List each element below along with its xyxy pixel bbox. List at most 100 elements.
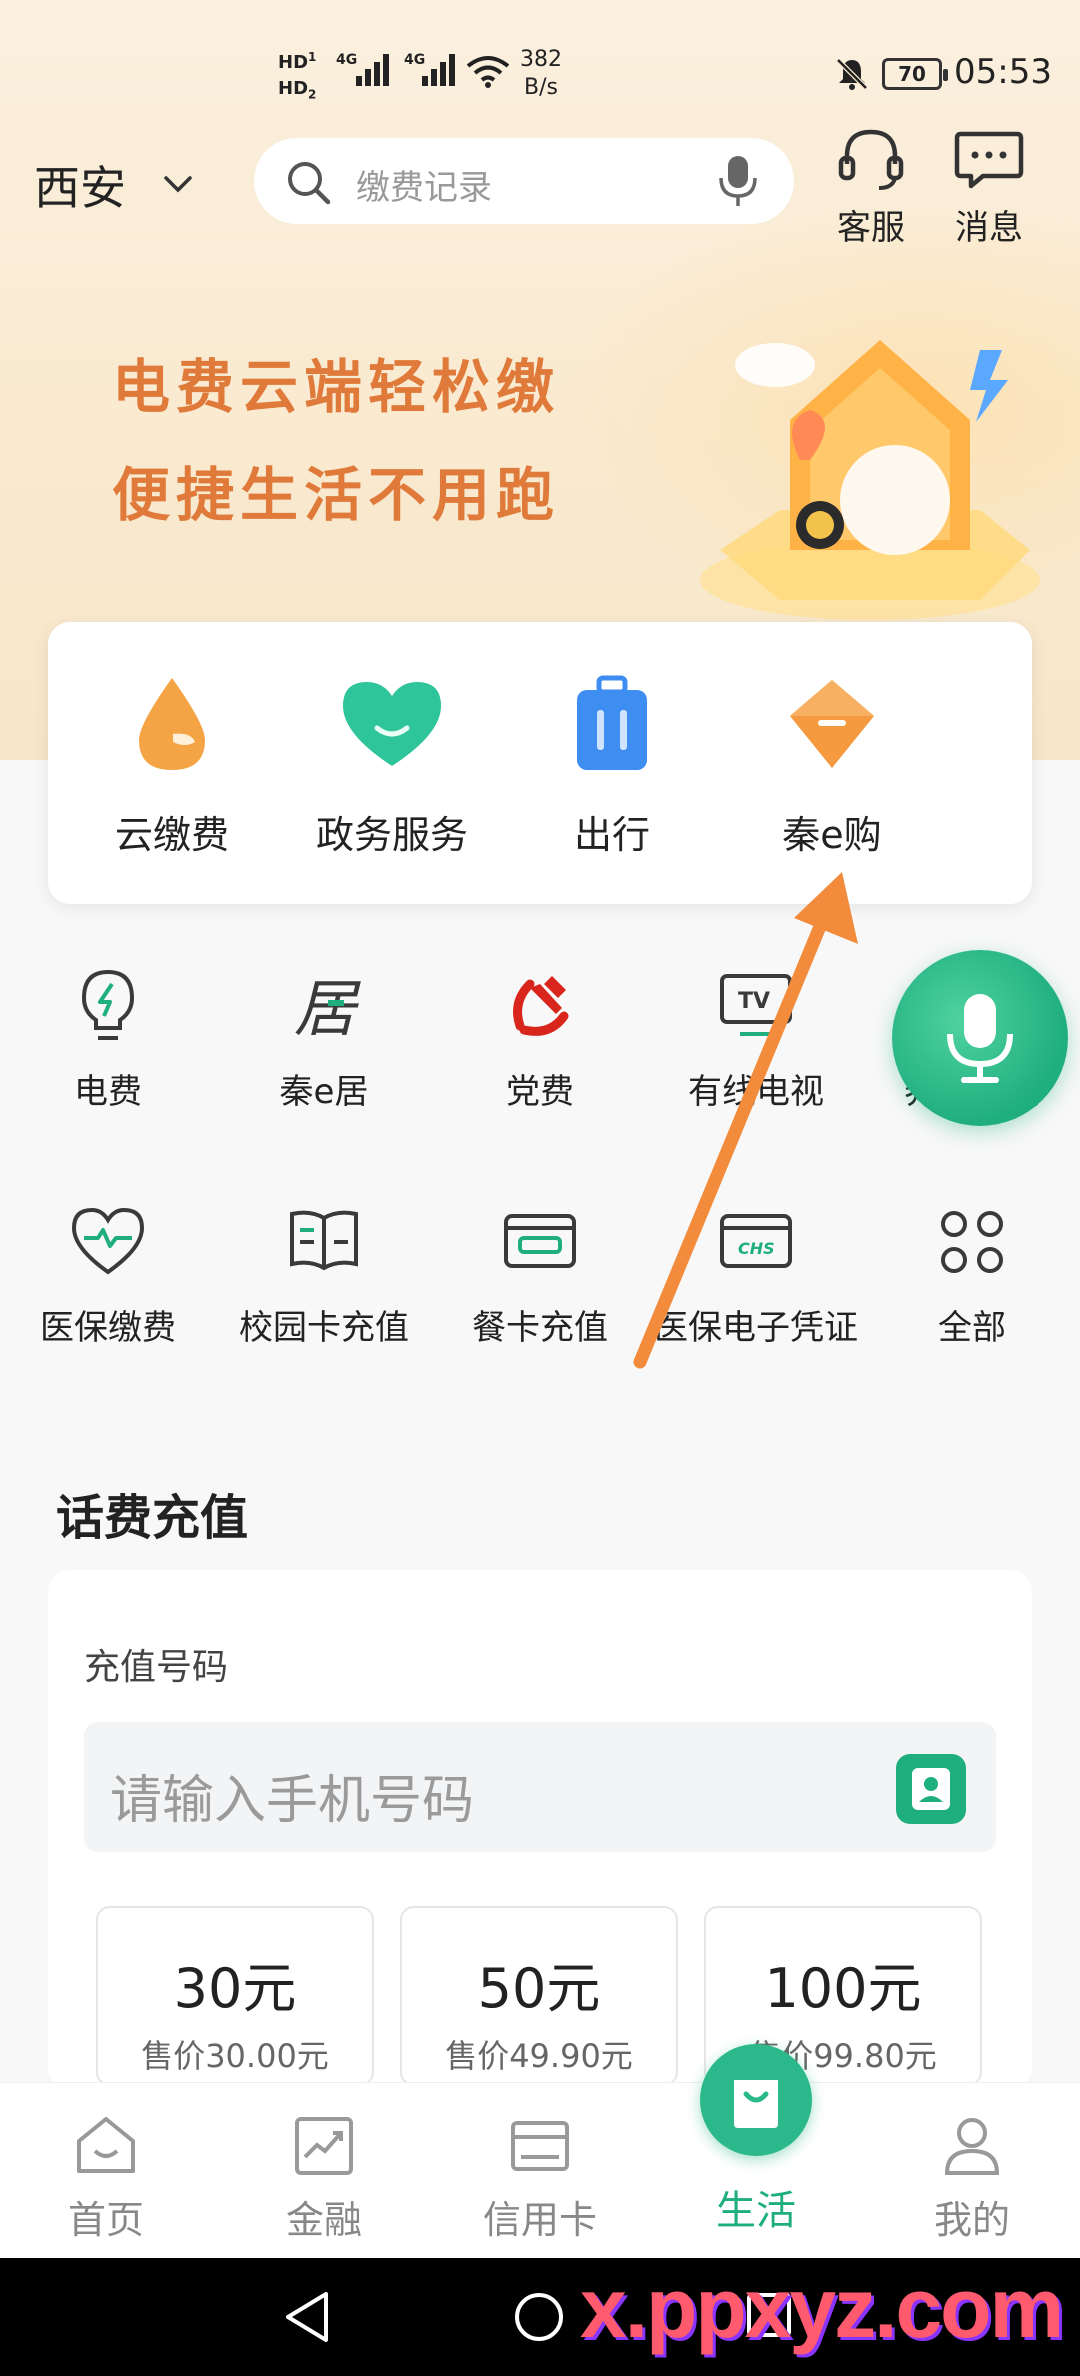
phone-number-input[interactable]: 请输入手机号码 <box>84 1722 996 1852</box>
service-label: 秦e居 <box>279 1072 369 1112</box>
signal-1-icon <box>356 54 389 86</box>
heart-icon <box>343 682 441 766</box>
hd-indicator: HD1 HD2 <box>278 50 317 102</box>
nav-credit-card[interactable]: 信用卡 <box>450 2113 630 2244</box>
shopping-gem-icon <box>790 680 874 768</box>
amount-price: 售价30.00元 <box>141 2037 329 2075</box>
customer-service-button[interactable]: 客服 <box>816 124 926 249</box>
amount-price: 售价49.90元 <box>445 2037 633 2075</box>
quick-service-government[interactable]: 政务服务 <box>282 674 502 859</box>
residence-icon: 居 <box>294 972 361 1045</box>
search-placeholder: 缴费记录 <box>356 168 492 208</box>
battery-indicator: 70 <box>882 58 948 90</box>
clock: 05:53 <box>954 52 1052 92</box>
watermark-text: x.ppxyz.com <box>580 2261 1064 2355</box>
service-qin-residence[interactable]: 居 秦e居 <box>216 966 432 1113</box>
amount-value: 100元 <box>764 1957 922 2020</box>
health-heart-icon <box>71 1207 145 1275</box>
credit-card-icon <box>511 2121 569 2171</box>
recharge-card: 充值号码 请输入手机号码 30元 售价30.00元 50元 售价49.90元 1… <box>48 1570 1032 2090</box>
service-cable-tv[interactable]: TV 有线电视 <box>648 966 864 1113</box>
chs-card-icon: CHS <box>720 1214 792 1268</box>
voice-assistant-button[interactable] <box>892 950 1068 1126</box>
water-drop-icon <box>139 678 205 770</box>
service-all[interactable]: 全部 <box>864 1202 1080 1349</box>
wifi-icon <box>466 56 510 88</box>
service-label: 医保缴费 <box>40 1308 176 1348</box>
back-icon[interactable] <box>282 2290 332 2344</box>
city-selector[interactable]: 西安 <box>34 152 126 218</box>
nav-label: 信用卡 <box>482 2198 597 2242</box>
tv-icon: TV <box>720 974 792 1036</box>
amount-option-30[interactable]: 30元 售价30.00元 <box>96 1906 374 2086</box>
nav-label: 金融 <box>285 2198 362 2242</box>
chevron-down-icon[interactable] <box>160 166 196 202</box>
home-circle-icon[interactable] <box>512 2290 566 2344</box>
search-icon <box>288 162 331 205</box>
home-icon <box>77 2117 135 2173</box>
quick-service-travel[interactable]: 出行 <box>502 674 722 859</box>
luggage-icon <box>577 675 647 770</box>
profile-icon <box>944 2118 1000 2175</box>
nav-label: 我的 <box>933 2198 1010 2242</box>
service-meal-card[interactable]: 餐卡充值 <box>432 1202 648 1349</box>
banner-headline-1[interactable]: 电费云端轻松缴 <box>112 340 560 424</box>
svg-text:TV: TV <box>738 989 770 1014</box>
nav-life-label[interactable]: 生活 <box>676 2178 836 2236</box>
svg-text:CHS: CHS <box>738 1239 775 1258</box>
quick-service-label: 云缴费 <box>114 813 229 857</box>
service-label: 党费 <box>506 1072 574 1112</box>
service-medical-insurance[interactable]: 医保缴费 <box>0 1202 216 1349</box>
nav-label: 首页 <box>67 2198 144 2242</box>
bottom-navigation: 首页 金融 信用卡 我的 <box>0 2082 1080 2258</box>
signal-2-icon <box>422 54 455 86</box>
service-label: 电费 <box>74 1072 142 1112</box>
service-label: 餐卡充值 <box>472 1308 608 1348</box>
lightbulb-icon <box>81 969 135 1040</box>
banner-headline-2[interactable]: 便捷生活不用跑 <box>112 448 560 532</box>
headset-icon <box>838 129 904 190</box>
finance-chart-icon <box>295 2117 353 2175</box>
service-party-dues[interactable]: 党费 <box>432 966 648 1113</box>
service-label: 有线电视 <box>688 1072 824 1112</box>
recharge-number-label: 充值号码 <box>84 1647 229 1688</box>
amount-value: 30元 <box>173 1957 297 2020</box>
svg-text:居: 居 <box>294 972 361 1045</box>
quick-service-label: 政务服务 <box>315 813 468 857</box>
message-bubble-icon <box>954 131 1024 189</box>
quick-services-card: 云缴费 政务服务 出行 秦e购 <box>48 622 1032 904</box>
contacts-icon[interactable] <box>896 1754 966 1824</box>
net-type-1: 4G <box>336 52 358 68</box>
amount-value: 50元 <box>477 1957 601 2020</box>
mute-bell-icon <box>836 58 868 90</box>
nav-home[interactable]: 首页 <box>16 2113 196 2244</box>
phone-placeholder: 请输入手机号码 <box>110 1771 475 1831</box>
search-bar[interactable]: 缴费记录 <box>254 138 794 224</box>
service-label: 医保电子凭证 <box>654 1308 858 1348</box>
net-speed: 382 B/s <box>520 47 562 100</box>
campus-card-icon <box>290 1210 358 1271</box>
service-campus-card[interactable]: 校园卡充值 <box>216 1202 432 1349</box>
quick-service-label: 秦e购 <box>782 813 882 857</box>
amount-option-50[interactable]: 50元 售价49.90元 <box>400 1906 678 2086</box>
nav-finance[interactable]: 金融 <box>234 2113 414 2244</box>
meal-card-icon <box>504 1214 576 1268</box>
service-electricity[interactable]: 电费 <box>0 966 216 1113</box>
quick-service-label: 出行 <box>573 813 650 857</box>
service-medical-e-voucher[interactable]: CHS 医保电子凭证 <box>648 1202 864 1349</box>
nav-profile[interactable]: 我的 <box>882 2113 1062 2244</box>
all-grid-icon <box>941 1211 1003 1273</box>
status-bar: HD1 HD2 4G 4G 382 B/s 70 05:53 <box>0 0 1080 140</box>
nav-life-button[interactable] <box>700 2044 812 2156</box>
banner-illustration <box>700 340 1040 620</box>
customer-service-label: 客服 <box>837 208 905 248</box>
quick-service-cloud-payment[interactable]: 云缴费 <box>62 674 282 859</box>
recharge-section-title: 话费充值 <box>56 1490 249 1546</box>
shopping-bag-icon <box>734 2080 778 2128</box>
microphone-icon <box>947 994 1013 1083</box>
quick-service-qin-shop[interactable]: 秦e购 <box>722 674 942 859</box>
messages-label: 消息 <box>955 208 1023 248</box>
messages-button[interactable]: 消息 <box>934 124 1044 249</box>
party-emblem-icon <box>513 976 569 1036</box>
microphone-icon[interactable] <box>716 154 760 208</box>
